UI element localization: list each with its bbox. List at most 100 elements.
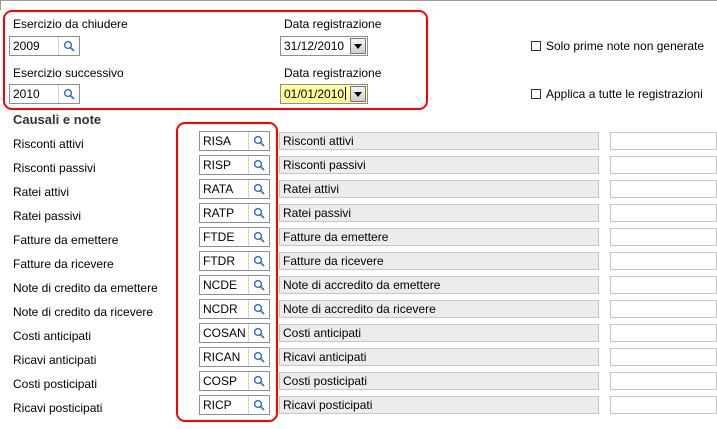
- magnifier-icon: [253, 327, 265, 339]
- magnifier-icon: [253, 351, 265, 363]
- row-label: Ratei passivi: [13, 209, 82, 223]
- row-label: Costi anticipati: [13, 329, 92, 343]
- data-registrazione-value-2: 01/01/2010: [284, 87, 345, 101]
- data-registrazione-input-2[interactable]: 01/01/2010: [281, 87, 350, 101]
- causale-extra-field[interactable]: [610, 324, 717, 342]
- causale-code-field[interactable]: RATA: [199, 179, 270, 199]
- magnifier-icon: [253, 375, 265, 387]
- magnifier-icon: [63, 88, 75, 100]
- causale-extra-field[interactable]: [610, 228, 717, 246]
- causale-code-value: RICP: [203, 398, 232, 412]
- causale-code-value: NCDE: [203, 278, 238, 292]
- causale-lookup-button[interactable]: [248, 372, 269, 390]
- causale-code-value: COSP: [203, 374, 238, 388]
- causale-code-field[interactable]: RATP: [199, 203, 270, 223]
- causale-code-field[interactable]: FTDE: [199, 227, 270, 247]
- causale-extra-field[interactable]: [610, 252, 717, 270]
- causale-code-value: RISP: [203, 158, 232, 172]
- causale-description: Note di accredito da emettere: [279, 276, 599, 294]
- causale-code-value: RICAN: [203, 350, 241, 364]
- data-registrazione-value-1: 31/12/2010: [284, 39, 345, 53]
- row-label: Fatture da ricevere: [13, 257, 114, 271]
- causale-extra-field[interactable]: [610, 276, 717, 294]
- causale-code-value: NCDR: [203, 302, 238, 316]
- causale-description: Risconti attivi: [279, 132, 599, 150]
- magnifier-icon: [253, 303, 265, 315]
- data-registrazione-dropdown-2[interactable]: [350, 86, 366, 102]
- causale-extra-field[interactable]: [610, 204, 717, 222]
- checkbox-box[interactable]: [531, 89, 541, 99]
- causale-lookup-button[interactable]: [248, 180, 269, 198]
- data-registrazione-label-2: Data registrazione: [284, 66, 382, 80]
- causale-lookup-button[interactable]: [248, 396, 269, 414]
- row-label: Ricavi posticipati: [13, 401, 103, 415]
- solo-prime-note-label: Solo prime note non generate: [546, 39, 705, 53]
- causale-lookup-button[interactable]: [248, 300, 269, 318]
- causale-lookup-button[interactable]: [248, 252, 269, 270]
- causale-lookup-button[interactable]: [248, 324, 269, 342]
- causale-code-value: RATA: [203, 182, 234, 196]
- causale-code-value: FTDE: [203, 230, 235, 244]
- esercizio-chiudere-field[interactable]: 2009: [9, 36, 80, 56]
- applica-checkbox[interactable]: Applica a tutte le registrazioni: [531, 87, 703, 101]
- esercizio-successivo-value: 2010: [13, 87, 40, 101]
- magnifier-icon: [253, 207, 265, 219]
- causale-description: Fatture da ricevere: [279, 252, 599, 270]
- causale-lookup-button[interactable]: [248, 132, 269, 150]
- row-label: Risconti attivi: [13, 137, 84, 151]
- causale-lookup-button[interactable]: [248, 228, 269, 246]
- causale-code-field[interactable]: RISA: [199, 131, 270, 151]
- esercizio-successivo-label: Esercizio successivo: [13, 66, 124, 80]
- causale-code-field[interactable]: COSP: [199, 371, 270, 391]
- causale-extra-field[interactable]: [610, 396, 717, 414]
- causale-code-field[interactable]: RISP: [199, 155, 270, 175]
- chevron-down-icon: [354, 43, 362, 49]
- causale-code-field[interactable]: NCDE: [199, 275, 270, 295]
- causale-code-field[interactable]: FTDR: [199, 251, 270, 271]
- causale-description: Ratei passivi: [279, 204, 599, 222]
- row-label: Ratei attivi: [13, 185, 70, 199]
- row-label: Note di credito da ricevere: [13, 305, 154, 319]
- esercizio-successivo-field[interactable]: 2010: [9, 84, 80, 104]
- data-registrazione-label-1: Data registrazione: [284, 17, 382, 31]
- causale-lookup-button[interactable]: [248, 156, 269, 174]
- causale-lookup-button[interactable]: [248, 204, 269, 222]
- causale-code-field[interactable]: RICAN: [199, 347, 270, 367]
- text-cursor: [345, 87, 347, 100]
- causale-extra-field[interactable]: [610, 348, 717, 366]
- causale-extra-field[interactable]: [610, 132, 717, 150]
- magnifier-icon: [253, 135, 265, 147]
- solo-prime-note-checkbox[interactable]: Solo prime note non generate: [531, 39, 704, 53]
- row-label: Fatture da emettere: [13, 233, 119, 247]
- magnifier-icon: [253, 279, 265, 291]
- data-registrazione-dropdown-1[interactable]: [350, 38, 366, 54]
- row-label: Ricavi anticipati: [13, 353, 97, 367]
- data-registrazione-field-1[interactable]: 31/12/2010: [280, 36, 368, 56]
- applica-label: Applica a tutte le registrazioni: [546, 87, 703, 101]
- magnifier-icon: [253, 255, 265, 267]
- causale-extra-field[interactable]: [610, 180, 717, 198]
- causale-description: Costi anticipati: [279, 324, 599, 342]
- causale-description: Ricavi posticipati: [279, 396, 599, 414]
- causale-code-field[interactable]: COSAN: [199, 323, 270, 343]
- esercizio-successivo-lookup-button[interactable]: [58, 85, 79, 103]
- magnifier-icon: [253, 183, 265, 195]
- row-label: Note di credito da emettere: [13, 281, 158, 295]
- causale-code-field[interactable]: NCDR: [199, 299, 270, 319]
- causale-description: Note di accredito da ricevere: [279, 300, 599, 318]
- causale-lookup-button[interactable]: [248, 348, 269, 366]
- esercizio-chiudere-lookup-button[interactable]: [58, 37, 79, 55]
- data-registrazione-field-2[interactable]: 01/01/2010: [280, 84, 368, 104]
- magnifier-icon: [253, 399, 265, 411]
- checkbox-box[interactable]: [531, 41, 541, 51]
- causale-description: Ratei attivi: [279, 180, 599, 198]
- causale-extra-field[interactable]: [610, 300, 717, 318]
- magnifier-icon: [63, 40, 75, 52]
- row-label: Risconti passivi: [13, 161, 96, 175]
- causale-extra-field[interactable]: [610, 156, 717, 174]
- section-title: Causali e note: [13, 112, 102, 127]
- causale-extra-field[interactable]: [610, 372, 717, 390]
- window-top-border: [0, 0, 717, 1]
- causale-code-field[interactable]: RICP: [199, 395, 270, 415]
- causale-lookup-button[interactable]: [248, 276, 269, 294]
